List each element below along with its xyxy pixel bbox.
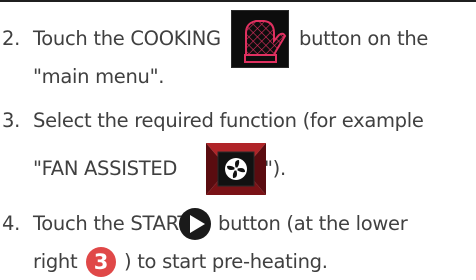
step-2-text-before-icon: Touch the COOKING	[33, 27, 221, 50]
step-2-text-after-icon: button on the	[299, 27, 429, 50]
fan-assisted-icon-graphic	[206, 143, 266, 195]
step-3-text: Select the required function (for exampl…	[33, 109, 424, 132]
fan-assisted-icon	[206, 143, 266, 195]
step-2-number: 2.	[2, 27, 21, 50]
step-4-text-before-icon: Touch the START	[33, 212, 190, 235]
step-3-text-before-icon: "FAN ASSISTED	[33, 157, 178, 180]
play-icon-graphic	[179, 208, 211, 240]
number-badge: 3	[86, 247, 116, 277]
oven-glove-icon-graphic	[244, 20, 287, 63]
step-3-number: 3.	[2, 109, 21, 132]
step-2-continuation: "main menu".	[33, 65, 165, 88]
step-4-text-right: right	[33, 250, 78, 273]
oven-glove-icon	[231, 10, 289, 68]
step-4-text-after-badge: ) to start pre-heating.	[124, 250, 328, 273]
top-divider	[0, 0, 476, 2]
step-4-number: 4.	[2, 212, 21, 235]
play-icon	[178, 207, 212, 241]
step-3-text-after-icon: ").	[264, 157, 286, 180]
step-4-text-after-icon: button (at the lower	[218, 212, 408, 235]
